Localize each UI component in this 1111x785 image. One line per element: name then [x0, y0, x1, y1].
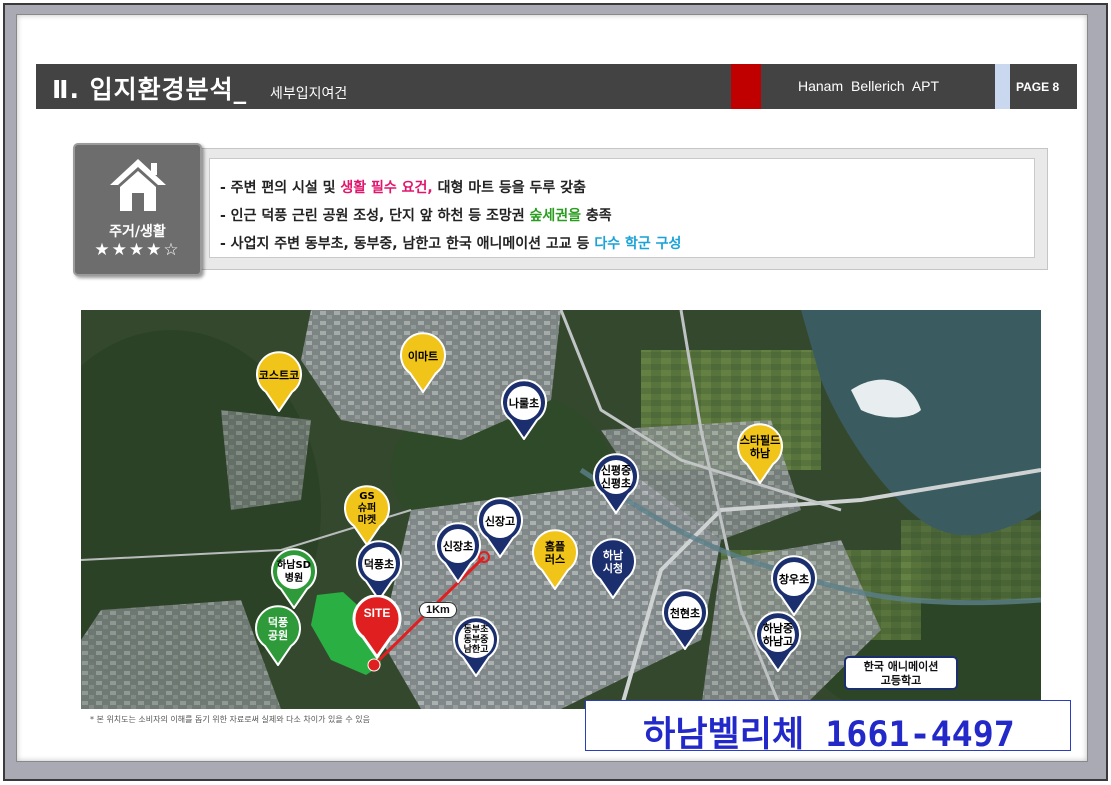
summary-line-2-tail: 충족: [581, 208, 612, 224]
section-title: Ⅱ. 입지환경분석_: [52, 75, 248, 104]
animation-high-school-label[interactable]: 한국 애니메이션 고등학고: [844, 656, 958, 690]
house-icon: [110, 159, 166, 211]
page-number: PAGE 8: [1016, 80, 1060, 94]
pin-emart[interactable]: 이마트: [398, 331, 448, 393]
pin-gs-supermarket[interactable]: GS 슈퍼 마켓: [342, 484, 392, 546]
pin-sinjang-elem[interactable]: 신장초: [433, 521, 483, 583]
distance-label: 1Km: [419, 602, 457, 618]
phone-number: 하남벨리체 1661-4497: [643, 715, 1015, 755]
summary-line-1-text: - 주변 편의 시설 및: [220, 180, 341, 196]
pin-deokpung-elem[interactable]: 덕풍초: [354, 539, 404, 601]
pin-dongbu-schools[interactable]: 동부초 동부중 남한고: [451, 615, 501, 677]
summary-line-1-tail: 대형 마트 등을 두루 갖춤: [432, 180, 586, 196]
pin-homeplus[interactable]: 홈플 러스: [530, 528, 580, 590]
pin-hanam-sd-hospital[interactable]: 하남SD 병원: [269, 547, 319, 609]
summary-inner: - 주변 편의 시설 및 생활 필수 요건, 대형 마트 등을 두루 갖춤 - …: [209, 158, 1035, 258]
rating-stars: ★★★★☆: [94, 240, 181, 260]
summary-box: - 주변 편의 시설 및 생활 필수 요건, 대형 마트 등을 두루 갖춤 - …: [200, 148, 1048, 270]
pin-hanam-mid-label: 하남중 하남고: [762, 622, 794, 648]
category-badge: 주거/생활 ★★★★☆: [73, 143, 202, 276]
pin-sinjang-elem-label: 신장초: [442, 539, 474, 553]
location-map: 코스트코 이마트 나룰초 스타필드 하남 신평중 신평초 GS 슈퍼 마켓 신장…: [81, 310, 1041, 709]
category-label: 주거/생활: [109, 224, 166, 240]
pin-sinpyeong-label: 신평중 신평초: [600, 464, 632, 490]
summary-line-2: - 인근 덕풍 근린 공원 조성, 단지 앞 하천 등 조망권 숲세권을 충족: [220, 205, 612, 225]
pin-deokpung-park[interactable]: 덕풍 공원: [253, 604, 303, 666]
pin-starfield[interactable]: 스타필드 하남: [735, 422, 785, 484]
summary-line-2-text: - 인근 덕풍 근린 공원 조성, 단지 앞 하천 등 조망권: [220, 208, 530, 224]
summary-line-1-highlight: 생활 필수 요건,: [340, 180, 433, 196]
animation-high-school-text: 한국 애니메이션 고등학고: [863, 660, 939, 687]
pin-changwoo-elem[interactable]: 창우초: [769, 554, 819, 616]
pin-cheonhyeon-label: 천현초: [669, 606, 701, 620]
site-pin-icon: [352, 594, 402, 660]
pin-gs-label: GS 슈퍼 마켓: [357, 491, 377, 526]
pin-costco-label: 코스트코: [258, 368, 300, 382]
header-bar: Ⅱ. 입지환경분석_ 세부입지여건 Hanam Bellerich APT PA…: [36, 64, 1077, 109]
summary-line-3-text: - 사업지 주변 동부초, 동부중, 남한고 한국 애니메이션 고교 등: [220, 236, 595, 252]
pin-homeplus-label: 홈플 러스: [544, 540, 566, 566]
pin-emart-label: 이마트: [407, 349, 439, 363]
pin-deokpung-park-label: 덕풍 공원: [267, 616, 289, 642]
site-marker[interactable]: SITE: [351, 594, 403, 660]
summary-line-3-highlight: 다수 학군 구성: [594, 236, 682, 252]
apt-name: Hanam Bellerich APT: [798, 78, 940, 94]
pin-dongbu-label: 동부초 동부중 남한고: [463, 625, 489, 655]
pin-cheonhyeon-elem[interactable]: 천현초: [660, 588, 710, 650]
pin-changwoo-label: 창우초: [778, 572, 810, 586]
section-subtitle: 세부입지여건: [270, 86, 348, 102]
header-red-accent: [731, 64, 761, 109]
pin-starfield-label: 스타필드 하남: [739, 434, 781, 460]
pin-costco[interactable]: 코스트코: [254, 350, 304, 412]
summary-line-2-highlight: 숲세권을: [529, 208, 581, 224]
map-disclaimer: * 본 위치도는 소비자의 이해를 돕기 위한 자료로써 실제와 다소 차이가 …: [90, 715, 370, 724]
summary-line-3: - 사업지 주변 동부초, 동부중, 남한고 한국 애니메이션 고교 등 다수 …: [220, 233, 681, 253]
pin-cityhall[interactable]: 하남 시청: [588, 537, 638, 599]
pin-naru-elem-label: 나룰초: [508, 396, 540, 410]
pin-hanam-mid-high[interactable]: 하남중 하남고: [753, 610, 803, 672]
pin-sinpyeong[interactable]: 신평중 신평초: [591, 452, 641, 514]
summary-line-1: - 주변 편의 시설 및 생활 필수 요건, 대형 마트 등을 두루 갖춤: [220, 177, 586, 197]
pin-deokpung-elem-label: 덕풍초: [363, 557, 395, 571]
pin-hanam-sd-label: 하남SD 병원: [277, 560, 311, 584]
satellite-map-background: [81, 310, 1041, 709]
pin-cityhall-label: 하남 시청: [602, 549, 624, 575]
site-label: SITE: [363, 606, 391, 620]
pin-naru-elem[interactable]: 나룰초: [499, 378, 549, 440]
header-blue-accent: [995, 64, 1010, 109]
phone-banner[interactable]: 하남벨리체 1661-4497: [585, 700, 1071, 755]
